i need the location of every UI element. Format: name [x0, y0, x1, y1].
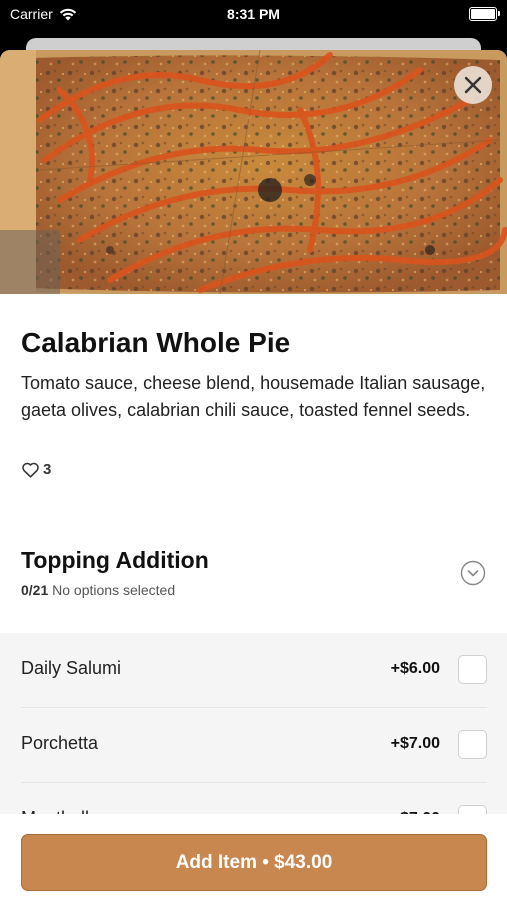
chevron-down-icon[interactable]	[460, 560, 486, 586]
battery-icon	[469, 7, 500, 21]
selection-count: 0/21	[21, 582, 49, 598]
item-detail-sheet: Calabrian Whole Pie Tomato sauce, cheese…	[0, 50, 507, 900]
option-name: Porchetta	[21, 733, 99, 753]
close-icon	[464, 76, 482, 94]
bottom-action-bar: Add Item • $43.00	[0, 814, 507, 900]
topping-options-list: Daily Salumi +$6.00 Porchetta +$7.00 Mea…	[0, 633, 507, 858]
close-button[interactable]	[454, 66, 492, 104]
option-daily-salumi[interactable]: Daily Salumi +$6.00	[21, 633, 487, 708]
heart-icon	[22, 462, 39, 478]
pizza-illustration	[0, 50, 507, 294]
selection-status-text: No options selected	[52, 582, 176, 598]
option-price: +$7.00	[390, 735, 440, 752]
topping-section-title: Topping Addition	[21, 547, 209, 573]
like-button[interactable]: 3	[21, 461, 51, 478]
option-checkbox[interactable]	[458, 655, 487, 684]
option-checkbox[interactable]	[458, 730, 487, 759]
item-title: Calabrian Whole Pie	[21, 327, 291, 358]
status-time: 8:31 PM	[227, 6, 280, 22]
option-porchetta[interactable]: Porchetta +$7.00	[21, 708, 487, 783]
option-name: Daily Salumi	[21, 658, 122, 678]
topping-section-status: 0/21 No options selected	[21, 582, 175, 598]
option-price: +$6.00	[390, 660, 440, 677]
pizza-photo	[0, 50, 507, 294]
item-description: Tomato sauce, cheese blend, housemade It…	[21, 373, 486, 420]
add-item-button[interactable]: Add Item • $43.00	[21, 834, 487, 891]
like-count: 3	[43, 461, 52, 478]
status-bar: Carrier 8:31 PM	[0, 0, 507, 30]
